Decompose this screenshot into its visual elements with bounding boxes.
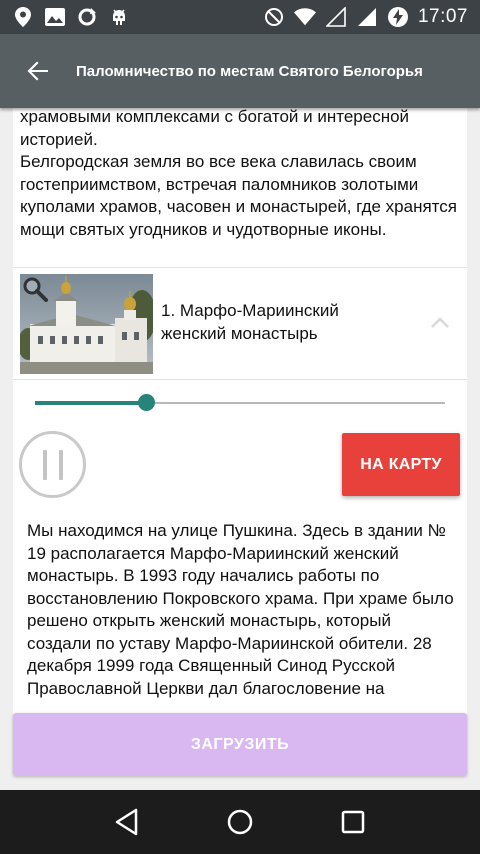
pause-icon bbox=[42, 449, 47, 480]
nav-home-button[interactable] bbox=[220, 802, 260, 842]
nav-recents-button[interactable] bbox=[333, 802, 373, 842]
pause-button[interactable] bbox=[19, 431, 86, 498]
place-thumbnail[interactable] bbox=[20, 274, 153, 374]
recents-square-icon bbox=[342, 810, 365, 834]
app-screen: 17:07 Паломничество по местам Святого Бе… bbox=[0, 0, 480, 854]
toolbar-title: Паломничество по местам Святого Белогорь… bbox=[76, 62, 423, 80]
chevron-up-icon[interactable] bbox=[429, 312, 451, 334]
slider-fill bbox=[35, 401, 146, 405]
content-scroll-area[interactable]: храмовыми комплексами с богатой и интере… bbox=[13, 108, 467, 728]
place-title: 1. Марфо-Мариинский женский монастырь bbox=[161, 301, 339, 343]
do-not-disturb-icon bbox=[263, 6, 285, 28]
status-bar: 17:07 bbox=[0, 0, 480, 34]
place-description: Мы находимся на улице Пушкина. Здесь в з… bbox=[27, 521, 454, 698]
signal-icon bbox=[356, 6, 378, 28]
back-triangle-icon bbox=[115, 808, 137, 836]
android-debug-icon bbox=[108, 6, 130, 28]
home-circle-icon bbox=[227, 809, 253, 835]
audio-progress-slider[interactable] bbox=[35, 392, 445, 414]
download-button[interactable]: ЗАГРУЗИТЬ bbox=[13, 713, 467, 776]
wifi-icon bbox=[293, 6, 316, 28]
signal-icon bbox=[325, 6, 347, 28]
back-button[interactable] bbox=[0, 34, 76, 108]
clock: 17:07 bbox=[417, 6, 468, 27]
slider-thumb[interactable] bbox=[137, 394, 155, 411]
show-on-map-button[interactable]: НА КАРТУ bbox=[342, 433, 460, 496]
battery-charging-icon bbox=[387, 6, 409, 28]
zoom-icon[interactable] bbox=[22, 276, 48, 302]
system-nav-bar bbox=[0, 790, 480, 854]
place-list-item[interactable]: 1. Марфо-Мариинский женский монастырь bbox=[13, 268, 467, 380]
app-toolbar: Паломничество по местам Святого Белогорь… bbox=[0, 34, 480, 108]
location-pin-icon bbox=[12, 6, 34, 28]
intro-section: храмовыми комплексами с богатой и интере… bbox=[13, 108, 467, 268]
arrow-back-icon bbox=[27, 61, 48, 81]
intro-text: храмовыми комплексами с богатой и интере… bbox=[20, 108, 457, 239]
nav-back-button[interactable] bbox=[107, 802, 147, 842]
image-icon bbox=[44, 6, 66, 28]
pause-icon-bar bbox=[58, 449, 63, 480]
sync-icon bbox=[76, 6, 98, 28]
